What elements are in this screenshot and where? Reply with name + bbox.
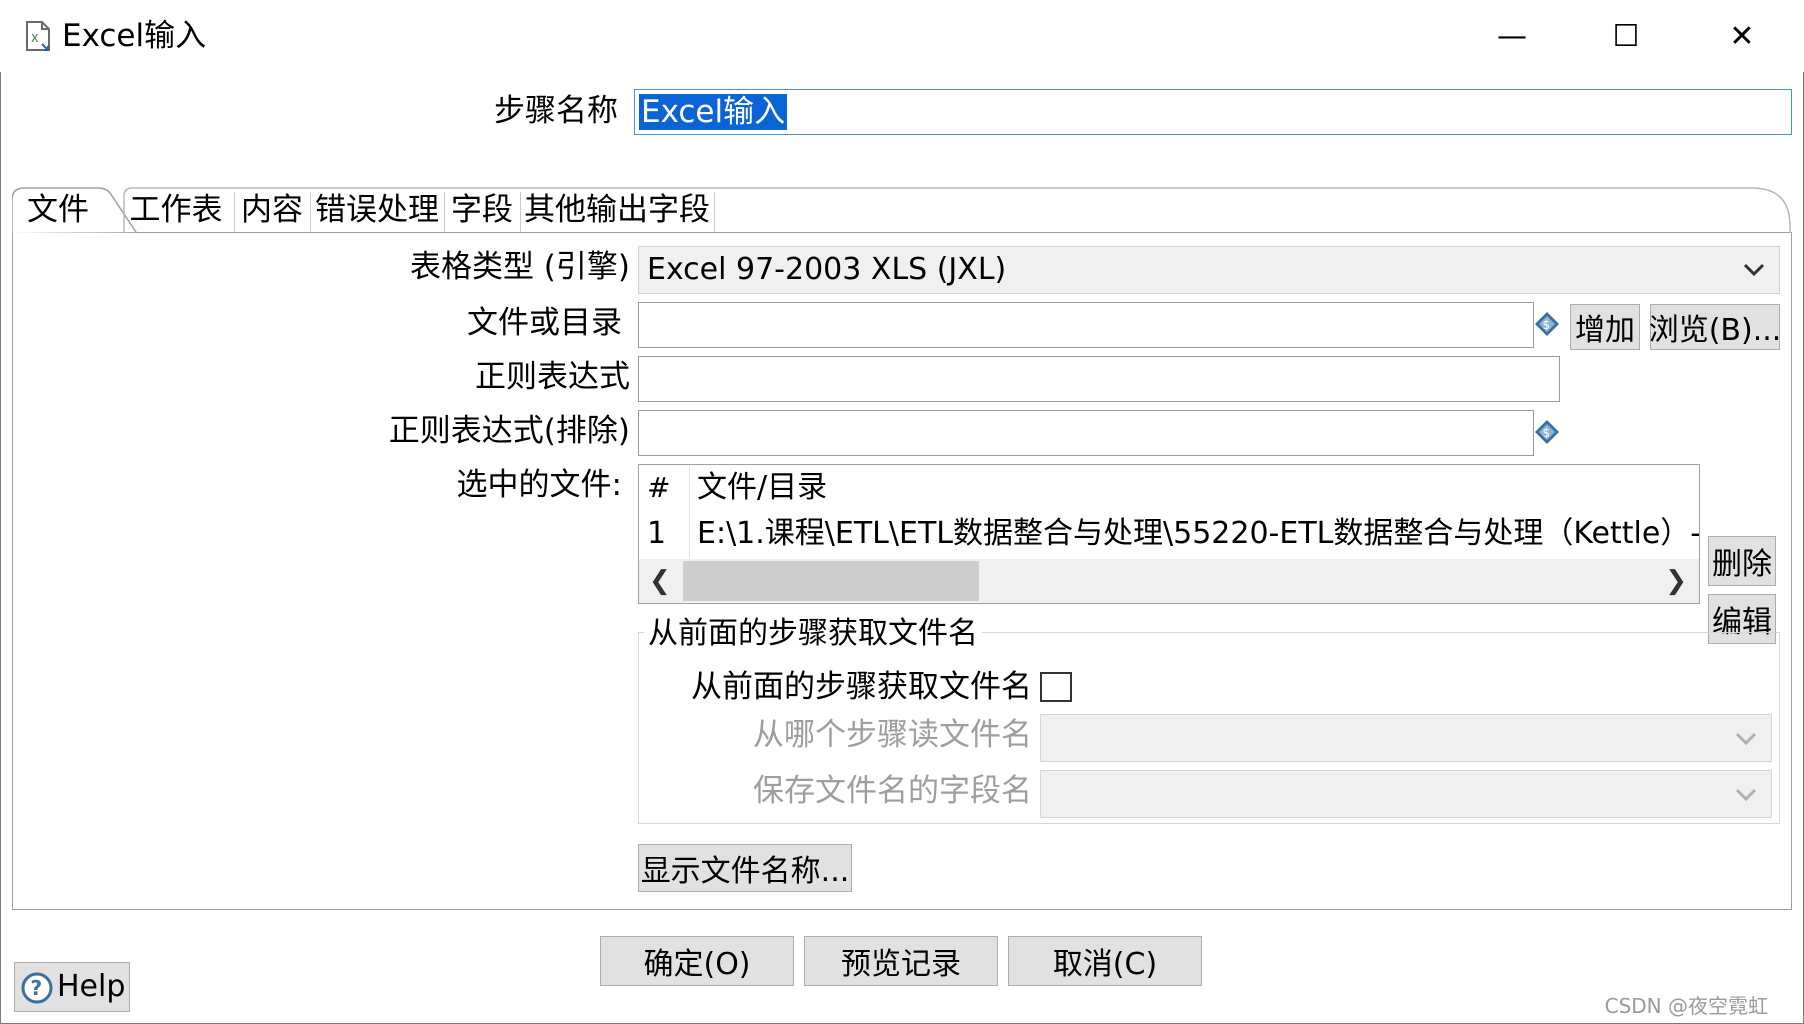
step-to-read-label: 从哪个步骤读文件名 (753, 717, 1032, 753)
variable-icon[interactable]: $ (1534, 419, 1560, 449)
tab-content[interactable]: 内容 (236, 186, 308, 234)
regex-label: 正则表达式 (475, 359, 630, 395)
column-header-num: # (647, 471, 671, 504)
delete-button[interactable]: 删除 (1708, 536, 1776, 586)
tab-divider (714, 192, 715, 232)
scrollbar-thumb[interactable] (683, 561, 979, 601)
from-previous-checkbox-label: 从前面的步骤获取文件名 (691, 669, 1032, 705)
help-icon: ? (21, 972, 53, 1004)
maximize-button[interactable]: ☐ (1586, 0, 1666, 72)
tab-fields[interactable]: 字段 (446, 186, 518, 234)
tab-file[interactable]: 文件 (18, 186, 98, 234)
tab-error-handling[interactable]: 错误处理 (312, 186, 442, 234)
filename-field-select[interactable] (1040, 770, 1772, 818)
window-title: Excel输入 (62, 18, 207, 54)
step-name-input[interactable]: Excel输入 (634, 89, 1792, 135)
regex-exclude-input[interactable] (638, 410, 1534, 456)
scroll-left-icon[interactable]: ❮ (649, 567, 671, 595)
tab-divider (444, 192, 445, 232)
tab-divider (520, 192, 521, 232)
browse-button[interactable]: 浏览(B)... (1649, 304, 1781, 350)
row-path: E:\1.课程\ETL\ETL数据整合与处理\55220-ETL数据整合与处理（… (697, 516, 1700, 551)
regex-exclude-label: 正则表达式(排除) (388, 413, 630, 449)
regex-input[interactable] (638, 356, 1560, 402)
variable-icon[interactable]: $ (1534, 311, 1560, 341)
step-to-read-select[interactable] (1040, 714, 1772, 762)
help-button[interactable]: ? Help (14, 962, 130, 1012)
svg-text:$: $ (1543, 426, 1551, 440)
excel-file-icon: X (24, 20, 54, 54)
spreadsheet-type-label: 表格类型 (引擎) (409, 249, 630, 285)
chevron-down-icon (1735, 732, 1757, 746)
file-or-dir-input[interactable] (638, 302, 1534, 348)
preview-button[interactable]: 预览记录 (804, 936, 998, 986)
step-name-value: Excel输入 (639, 94, 788, 130)
tab-other-output-fields[interactable]: 其他输出字段 (522, 186, 712, 234)
svg-text:X: X (31, 32, 39, 45)
filename-field-label: 保存文件名的字段名 (753, 773, 1032, 809)
step-name-label: 步骤名称 (494, 93, 618, 129)
watermark: CSDN @夜空霓虹 (1604, 994, 1768, 1018)
ok-button[interactable]: 确定(O) (600, 936, 794, 986)
minimize-button[interactable]: — (1472, 0, 1552, 72)
selected-files-table[interactable]: # 文件/目录 1 E:\1.课程\ETL\ETL数据整合与处理\55220-E… (638, 464, 1700, 604)
svg-text:$: $ (1543, 318, 1551, 332)
scroll-right-icon[interactable]: ❯ (1665, 567, 1687, 595)
selected-files-label: 选中的文件: (456, 467, 622, 503)
tab-bar: 文件 工作表 内容 错误处理 字段 其他输出字段 (12, 186, 1792, 234)
tab-divider (310, 192, 311, 232)
title-bar: X Excel输入 — ☐ ✕ (0, 0, 1804, 72)
add-file-button[interactable]: 增加 (1570, 304, 1640, 350)
tab-divider (234, 192, 235, 232)
column-header-path: 文件/目录 (697, 470, 828, 505)
table-row[interactable]: 1 E:\1.课程\ETL\ETL数据整合与处理\55220-ETL数据整合与处… (639, 511, 1699, 557)
help-label: Help (57, 969, 126, 1004)
tab-worksheet[interactable]: 工作表 (120, 186, 232, 234)
chevron-down-icon (1743, 263, 1765, 277)
from-previous-checkbox[interactable] (1040, 672, 1072, 702)
show-filenames-button[interactable]: 显示文件名称... (638, 844, 852, 892)
cancel-button[interactable]: 取消(C) (1008, 936, 1202, 986)
spreadsheet-type-value: Excel 97-2003 XLS (JXL) (647, 252, 1007, 287)
row-number: 1 (647, 516, 667, 551)
svg-text:?: ? (31, 976, 43, 1000)
spreadsheet-type-select[interactable]: Excel 97-2003 XLS (JXL) (638, 246, 1780, 294)
from-previous-group-title: 从前面的步骤获取文件名 (644, 614, 982, 654)
chevron-down-icon (1735, 788, 1757, 802)
close-button[interactable]: ✕ (1702, 0, 1782, 72)
horizontal-scrollbar[interactable]: ❮ ❯ (639, 559, 1699, 603)
file-or-dir-label: 文件或目录 (467, 305, 622, 341)
